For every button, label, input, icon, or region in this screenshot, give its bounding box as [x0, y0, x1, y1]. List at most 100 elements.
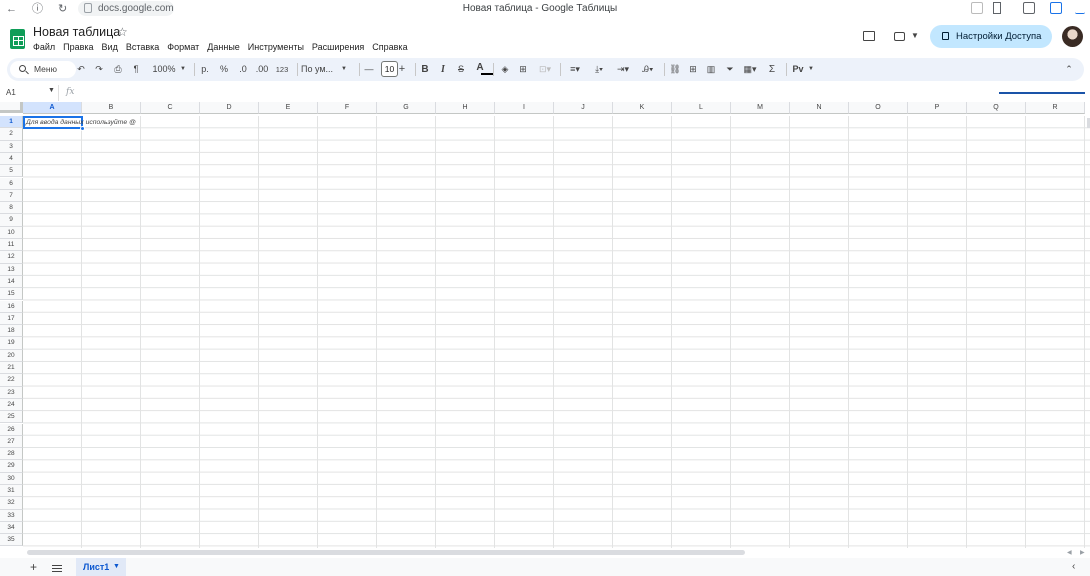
chevron-down-icon[interactable]: ▼: [179, 61, 187, 78]
chevron-down-icon[interactable]: ▼: [48, 87, 55, 94]
row-header-35[interactable]: 35: [0, 534, 23, 547]
row-header-9[interactable]: 9: [0, 214, 23, 227]
insert-link-icon[interactable]: ⛓: [668, 61, 682, 78]
sheet-tab[interactable]: Лист1 ▼: [76, 558, 126, 576]
column-header-b[interactable]: B: [82, 102, 141, 114]
collapse-toolbar-icon[interactable]: ⌃: [1062, 61, 1076, 78]
comment-history-icon[interactable]: [863, 31, 875, 41]
column-header-c[interactable]: C: [141, 102, 200, 114]
avatar[interactable]: [1062, 26, 1083, 47]
zoom-select[interactable]: 100%: [149, 61, 179, 78]
merge-cells-icon[interactable]: ⊡▾: [535, 61, 555, 78]
row-header-13[interactable]: 13: [0, 263, 23, 276]
all-sheets-icon[interactable]: [52, 565, 62, 572]
horizontal-align-icon[interactable]: ≡▾: [565, 61, 585, 78]
translate-icon[interactable]: [971, 2, 983, 14]
column-header-q[interactable]: Q: [967, 102, 1026, 114]
fill-color-icon[interactable]: ◈: [498, 61, 512, 78]
row-header-11[interactable]: 11: [0, 239, 23, 252]
chevron-down-icon[interactable]: ▼: [113, 558, 120, 576]
row-header-16[interactable]: 16: [0, 300, 23, 313]
row-header-20[interactable]: 20: [0, 349, 23, 362]
row-header-19[interactable]: 19: [0, 337, 23, 350]
extension-badge-icon[interactable]: [1050, 2, 1062, 14]
row-header-3[interactable]: 3: [0, 140, 23, 153]
chevron-down-icon[interactable]: ▼: [807, 61, 815, 78]
text-rotation-icon[interactable]: Ꭿ▾: [638, 61, 658, 78]
borders-icon[interactable]: ⊞: [516, 61, 530, 78]
menu-search[interactable]: Меню: [10, 61, 76, 78]
column-header-r[interactable]: R: [1026, 102, 1085, 114]
menu-format[interactable]: Формат: [167, 41, 199, 53]
row-header-34[interactable]: 34: [0, 521, 23, 535]
column-header-m[interactable]: M: [731, 102, 790, 114]
undo-icon[interactable]: ↶: [75, 61, 87, 78]
strikethrough-button[interactable]: S: [455, 61, 467, 78]
currency-format-button[interactable]: р.: [199, 61, 211, 78]
column-header-d[interactable]: D: [200, 102, 259, 114]
menu-help[interactable]: Справка: [372, 41, 407, 53]
column-header-j[interactable]: J: [554, 102, 613, 114]
bookmark-icon[interactable]: [993, 2, 1001, 14]
column-header-g[interactable]: G: [377, 102, 436, 114]
font-select[interactable]: По ум...: [301, 61, 341, 78]
row-header-12[interactable]: 12: [0, 251, 23, 264]
more-formats-button[interactable]: 123: [274, 61, 290, 78]
column-header-p[interactable]: P: [908, 102, 967, 114]
row-header-8[interactable]: 8: [0, 202, 23, 215]
paint-format-icon[interactable]: ¶: [129, 61, 143, 78]
share-button[interactable]: Настройки Доступа: [930, 25, 1052, 48]
reload-icon[interactable]: ↻: [58, 2, 67, 16]
column-header-k[interactable]: K: [613, 102, 672, 114]
site-info-icon[interactable]: ⓘ: [32, 2, 43, 16]
scroll-right-icon[interactable]: ▶: [1080, 549, 1085, 556]
document-title[interactable]: Новая таблица: [33, 24, 120, 40]
input-tools-button[interactable]: Pv: [790, 61, 806, 78]
font-size-increase-button[interactable]: +: [396, 61, 408, 78]
back-icon[interactable]: ←: [6, 2, 17, 16]
horizontal-scrollbar-thumb[interactable]: [27, 550, 745, 555]
filter-views-icon[interactable]: ▦▾: [740, 61, 760, 78]
column-header-l[interactable]: L: [672, 102, 731, 114]
row-header-33[interactable]: 33: [0, 509, 23, 522]
meet-icon[interactable]: [894, 32, 905, 41]
row-header-28[interactable]: 28: [0, 448, 23, 461]
menu-tools[interactable]: Инструменты: [248, 41, 304, 53]
functions-icon[interactable]: Σ: [765, 61, 779, 78]
print-icon[interactable]: ⎙: [111, 61, 125, 78]
row-header-10[interactable]: 10: [0, 226, 23, 239]
column-header-f[interactable]: F: [318, 102, 377, 114]
sheets-logo-icon[interactable]: [10, 29, 25, 49]
select-all-corner[interactable]: [0, 102, 23, 113]
add-sheet-button[interactable]: +: [30, 560, 37, 574]
chevron-down-icon[interactable]: ▼: [340, 61, 348, 78]
insert-chart-icon[interactable]: ▥: [704, 61, 718, 78]
italic-button[interactable]: I: [437, 61, 449, 78]
vertical-align-icon[interactable]: ⤓▾: [589, 61, 609, 78]
menu-edit[interactable]: Правка: [63, 41, 93, 53]
row-header-17[interactable]: 17: [0, 312, 23, 326]
star-icon[interactable]: ☆: [117, 24, 128, 40]
row-header-4[interactable]: 4: [0, 152, 23, 166]
row-header-27[interactable]: 27: [0, 435, 23, 449]
column-header-i[interactable]: I: [495, 102, 554, 114]
column-header-e[interactable]: E: [259, 102, 318, 114]
column-header-a[interactable]: A: [23, 102, 82, 114]
row-header-6[interactable]: 6: [0, 177, 23, 190]
row-header-15[interactable]: 15: [0, 288, 23, 301]
row-header-18[interactable]: 18: [0, 325, 23, 338]
column-header-o[interactable]: O: [849, 102, 908, 114]
menu-view[interactable]: Вид: [102, 41, 118, 53]
row-header-22[interactable]: 22: [0, 374, 23, 387]
cell-area[interactable]: [23, 116, 1090, 548]
chevron-left-icon[interactable]: ‹: [1072, 561, 1075, 572]
menu-data[interactable]: Данные: [207, 41, 240, 53]
text-color-button[interactable]: A: [474, 61, 486, 78]
filter-icon[interactable]: ⏷: [723, 61, 737, 78]
row-header-1[interactable]: 1: [0, 116, 23, 129]
redo-icon[interactable]: ↷: [93, 61, 105, 78]
row-header-23[interactable]: 23: [0, 386, 23, 399]
menu-insert[interactable]: Вставка: [126, 41, 159, 53]
row-header-7[interactable]: 7: [0, 189, 23, 203]
row-header-31[interactable]: 31: [0, 485, 23, 498]
